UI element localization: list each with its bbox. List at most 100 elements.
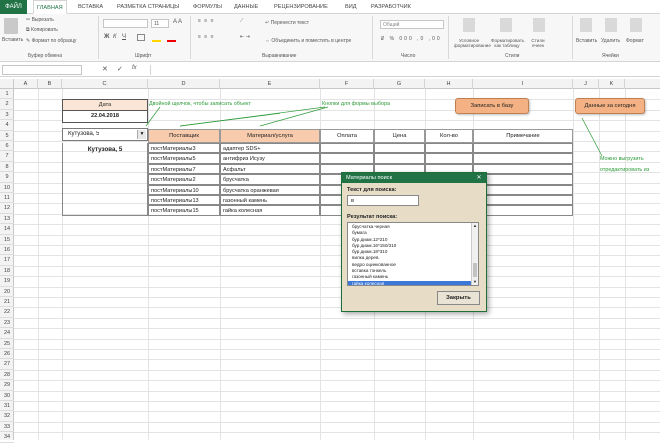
row-header[interactable]: 16 bbox=[0, 245, 14, 256]
number-format-select[interactable]: Общий bbox=[380, 20, 444, 29]
tab-page-layout[interactable]: РАЗМЕТКА СТРАНИЦЫ bbox=[117, 0, 179, 14]
row-header[interactable]: 20 bbox=[0, 287, 14, 297]
paste-icon[interactable] bbox=[4, 18, 18, 34]
close-button[interactable]: Закрыть bbox=[437, 291, 480, 305]
cancel-icon[interactable]: ✕ bbox=[102, 65, 108, 73]
format-painter-button[interactable]: ✎ Формат по образцу bbox=[26, 38, 76, 44]
row-header[interactable]: 19 bbox=[0, 276, 14, 287]
indent-icons[interactable]: ⇤ ⇥ bbox=[240, 34, 250, 40]
delete-cells-icon[interactable] bbox=[605, 18, 617, 32]
table-cell[interactable] bbox=[473, 205, 573, 216]
scroll-down-icon[interactable]: ▼ bbox=[472, 279, 478, 285]
table-cell[interactable] bbox=[425, 153, 473, 164]
bold-button[interactable]: Ж bbox=[104, 34, 109, 40]
column-header[interactable]: E bbox=[220, 79, 320, 89]
table-cell[interactable] bbox=[473, 195, 573, 206]
font-name-select[interactable] bbox=[103, 19, 148, 28]
row-header[interactable]: 26 bbox=[0, 349, 14, 360]
tab-insert[interactable]: ВСТАВКА bbox=[78, 0, 103, 14]
row-header[interactable]: 8 bbox=[0, 162, 14, 173]
tab-formulas[interactable]: ФОРМУЛЫ bbox=[193, 0, 222, 14]
row-header[interactable]: 3 bbox=[0, 110, 14, 121]
tab-view[interactable]: ВИД bbox=[345, 0, 357, 14]
format-cells-button[interactable]: Формат bbox=[626, 38, 644, 44]
column-header[interactable]: H bbox=[425, 79, 473, 89]
row-header[interactable]: 12 bbox=[0, 203, 14, 214]
listbox-scrollbar[interactable]: ▲ ▼ bbox=[471, 223, 478, 285]
supplier-cell[interactable]: постМатериалы3 bbox=[148, 143, 220, 154]
select-all-corner[interactable] bbox=[0, 79, 14, 89]
material-cell[interactable]: антифриз Исузу bbox=[220, 153, 320, 164]
underline-button[interactable]: Ч bbox=[122, 34, 126, 40]
column-header[interactable]: B bbox=[38, 79, 62, 89]
insert-cells-button[interactable]: Вставить bbox=[576, 38, 597, 44]
scroll-up-icon[interactable]: ▲ bbox=[472, 223, 478, 229]
font-size-select[interactable]: 11 bbox=[151, 19, 169, 28]
number-format-icons[interactable]: ₽ % 000 ,0 ,00 bbox=[381, 36, 442, 42]
wrap-text-button[interactable]: ↵ Перенести текст bbox=[265, 20, 309, 26]
table-cell[interactable] bbox=[473, 153, 573, 164]
row-header[interactable]: 7 bbox=[0, 151, 14, 162]
table-cell[interactable] bbox=[320, 143, 374, 154]
row-header[interactable]: 23 bbox=[0, 318, 14, 329]
cell-styles-button[interactable]: Стили ячеек bbox=[527, 38, 549, 48]
column-header[interactable]: F bbox=[320, 79, 374, 89]
font-grow-icon[interactable]: A A bbox=[173, 19, 182, 25]
row-header[interactable]: 1 bbox=[0, 89, 14, 100]
supplier-cell[interactable]: постМатериалы7 bbox=[148, 163, 220, 175]
scroll-thumb[interactable] bbox=[473, 263, 477, 277]
copy-button[interactable]: ⧉ Копировать bbox=[26, 27, 58, 33]
material-cell[interactable]: брусчатка оранжевая bbox=[220, 184, 320, 195]
close-icon[interactable]: ✕ bbox=[474, 174, 484, 182]
format-as-table-icon[interactable] bbox=[500, 18, 512, 32]
row-header[interactable]: 31 bbox=[0, 401, 14, 412]
row-header[interactable]: 29 bbox=[0, 380, 14, 391]
table-cell[interactable] bbox=[473, 143, 573, 154]
save-to-db-button[interactable]: Записать в базу bbox=[455, 98, 529, 114]
row-header[interactable]: 4 bbox=[0, 120, 14, 131]
column-header[interactable]: K bbox=[599, 79, 625, 89]
supplier-cell[interactable]: постМатериалы2 bbox=[148, 174, 220, 185]
tab-data[interactable]: ДАННЫЕ bbox=[234, 0, 258, 14]
conditional-format-button[interactable]: Условное форматирование bbox=[454, 38, 491, 48]
format-as-table-button[interactable]: Форматировать как таблицу bbox=[491, 38, 524, 48]
row-header[interactable]: 28 bbox=[0, 370, 14, 381]
search-input[interactable]: в bbox=[347, 195, 419, 206]
row-header[interactable]: 34 bbox=[0, 432, 14, 443]
row-header[interactable]: 25 bbox=[0, 339, 14, 349]
material-cell[interactable]: газонный камень bbox=[220, 195, 320, 206]
horizontal-align-icons[interactable]: ≡ ≡ ≡ bbox=[198, 34, 215, 40]
formula-input[interactable] bbox=[150, 65, 658, 75]
results-listbox[interactable]: брусчатка черная бумага бур.диам.12*210 бур… bbox=[347, 222, 479, 286]
insert-cells-icon[interactable] bbox=[580, 18, 592, 32]
row-header[interactable]: 24 bbox=[0, 328, 14, 339]
row-header[interactable]: 30 bbox=[0, 391, 14, 401]
table-cell[interactable] bbox=[374, 153, 425, 164]
column-header[interactable]: I bbox=[473, 79, 573, 89]
column-header[interactable]: J bbox=[573, 79, 599, 89]
borders-icon[interactable] bbox=[137, 34, 145, 41]
delete-cells-button[interactable]: Удалить bbox=[601, 38, 620, 44]
tab-home[interactable]: ГЛАВНАЯ bbox=[33, 0, 67, 14]
chevron-down-icon[interactable]: ▼ bbox=[137, 130, 146, 139]
supplier-cell[interactable]: постМатериалы15 bbox=[148, 205, 220, 216]
fx-icon[interactable]: fx bbox=[132, 65, 137, 71]
material-cell[interactable]: адаптер SDS+ bbox=[220, 143, 320, 154]
today-data-button[interactable]: Данные за сегодня bbox=[575, 98, 645, 114]
date-value[interactable]: 22.04.2018 bbox=[63, 111, 147, 122]
name-box[interactable] bbox=[2, 65, 82, 75]
supplier-cell[interactable]: постМатериалы13 bbox=[148, 195, 220, 206]
list-item[interactable]: гайка колесная bbox=[348, 280, 472, 285]
row-header[interactable]: 27 bbox=[0, 359, 14, 370]
italic-button[interactable]: К bbox=[113, 34, 117, 40]
material-cell[interactable]: Асфальт bbox=[220, 163, 320, 175]
tab-developer[interactable]: РАЗРАБОТЧИК bbox=[371, 0, 411, 14]
cut-button[interactable]: ✂ Вырезать bbox=[26, 17, 54, 23]
table-cell[interactable] bbox=[320, 153, 374, 164]
row-header[interactable]: 10 bbox=[0, 183, 14, 193]
column-header[interactable]: A bbox=[14, 79, 38, 89]
font-color-icon[interactable] bbox=[167, 40, 176, 42]
fill-color-icon[interactable] bbox=[152, 40, 161, 42]
conditional-format-icon[interactable] bbox=[463, 18, 475, 32]
row-header[interactable]: 13 bbox=[0, 214, 14, 225]
